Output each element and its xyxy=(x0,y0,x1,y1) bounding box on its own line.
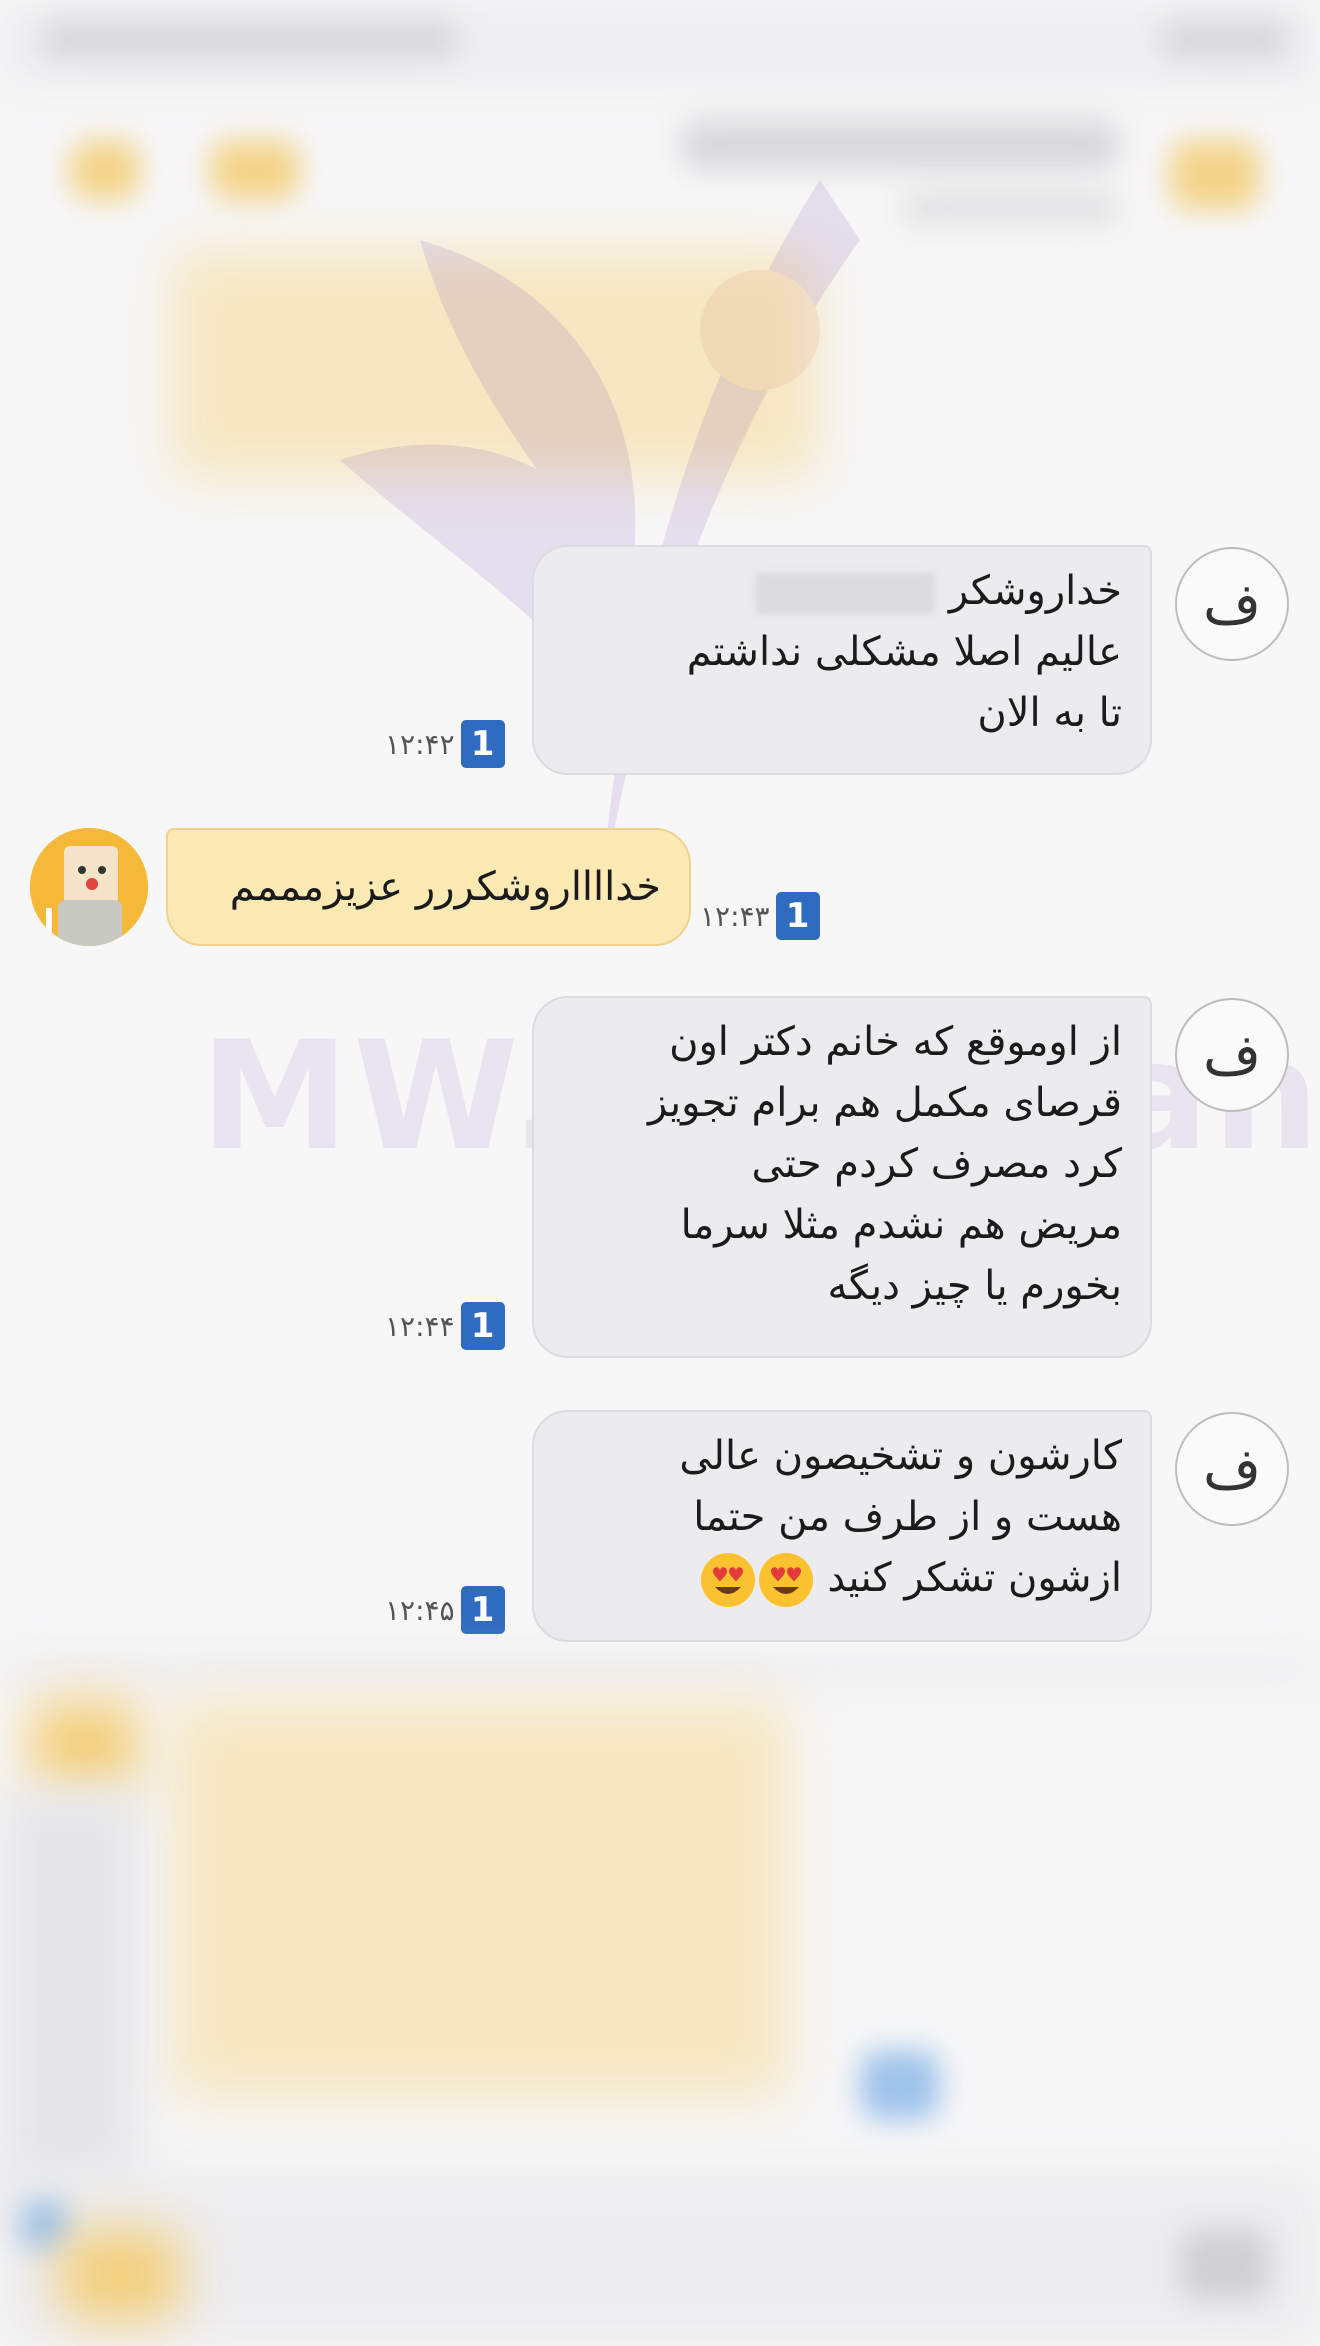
message-meta: ۱۲:۴۴ 1 xyxy=(385,1302,505,1350)
heart-eyes-emoji xyxy=(700,1553,755,1607)
message-line: هست و از طرف من حتما xyxy=(693,1494,1122,1540)
seen-count-badge: 1 xyxy=(460,1302,505,1350)
blurred-header-icon-right xyxy=(1170,140,1260,210)
message-time: ۱۲:۴۴ xyxy=(385,1309,455,1343)
blurred-input-bar xyxy=(0,2170,1320,2346)
redacted-name xyxy=(754,572,935,614)
message-line: بخورم یا چیز دیگه xyxy=(827,1263,1122,1309)
message-meta: ۱۲:۴۲ 1 xyxy=(385,720,505,768)
heart-eyes-emoji xyxy=(758,1553,813,1607)
message-line: عالیم اصلا مشکلی نداشتم xyxy=(686,629,1122,675)
contact-avatar-letter: ف xyxy=(1202,1022,1262,1088)
message-line: کرد مصرف کردم حتی xyxy=(751,1141,1122,1187)
message-bubble-incoming[interactable]: کارشون و تشخیصون عالی هست و از طرف من حت… xyxy=(532,1410,1152,1642)
blurred-send-button xyxy=(1180,2230,1270,2300)
message-line: کارشون و تشخیصون عالی xyxy=(679,1433,1122,1479)
blurred-next-message xyxy=(170,1700,790,2100)
message-bubble-outgoing[interactable]: خدااااروشکررر عزیزمممم xyxy=(166,828,691,946)
message-line: خدااااروشکررر عزیزمممم xyxy=(229,864,661,910)
blurred-header-icon-2 xyxy=(210,140,300,200)
message-line: تا به الان xyxy=(977,690,1122,736)
contact-avatar[interactable]: ف xyxy=(1175,547,1289,661)
blurred-emoji-button xyxy=(60,2230,180,2320)
contact-avatar-letter: ف xyxy=(1202,1436,1262,1502)
blurred-side-panel xyxy=(0,1790,140,2230)
seen-count-badge: 1 xyxy=(460,720,505,768)
message-line: از اوموقع که خانم دکتر اون xyxy=(669,1019,1122,1065)
blurred-status-left xyxy=(40,20,460,60)
message-meta: ۱۲:۴۳ 1 xyxy=(700,892,820,940)
message-line: قرصای مکمل هم برام تجویز xyxy=(647,1080,1122,1126)
blurred-divider xyxy=(0,1665,1320,1675)
cartoon-avatar-icon xyxy=(30,828,148,946)
message-line: مریض هم نشدم مثلا سرما xyxy=(680,1202,1122,1248)
contact-avatar[interactable]: ف xyxy=(1175,998,1289,1112)
message-meta: ۱۲:۴۵ 1 xyxy=(385,1586,505,1634)
seen-count-badge: 1 xyxy=(460,1586,505,1634)
blurred-status-right xyxy=(1160,20,1290,60)
contact-avatar-letter: ف xyxy=(1202,571,1262,637)
message-bubble-incoming[interactable]: از اوموقع که خانم دکتر اون قرصای مکمل هم… xyxy=(532,996,1152,1358)
user-avatar[interactable] xyxy=(30,828,148,946)
message-bubble-incoming[interactable]: خداروشکر عالیم اصلا مشکلی نداشتم تا به ا… xyxy=(532,545,1152,775)
blurred-badge xyxy=(860,2050,940,2120)
blurred-header-icon-left xyxy=(70,140,140,200)
seen-count-badge: 1 xyxy=(775,892,820,940)
blurred-avatar xyxy=(30,1700,140,1790)
message-line: خداروشکر xyxy=(948,568,1122,614)
message-time: ۱۲:۴۵ xyxy=(385,1593,455,1627)
message-line: ازشون تشکر کنید xyxy=(827,1555,1122,1601)
message-time: ۱۲:۴۲ xyxy=(385,727,455,761)
contact-avatar[interactable]: ف xyxy=(1175,1412,1289,1526)
message-time: ۱۲:۴۳ xyxy=(700,899,770,933)
